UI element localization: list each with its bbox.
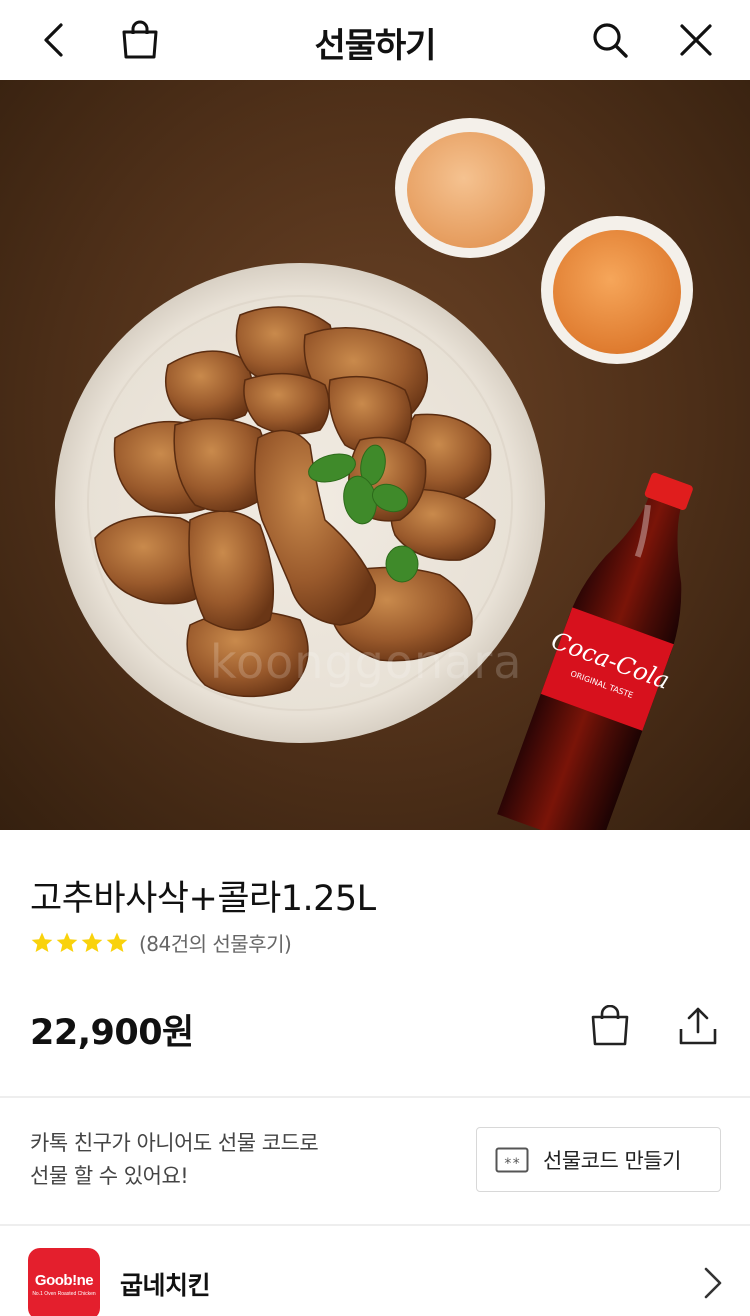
share-icon: [679, 1007, 717, 1045]
star-icon: [31, 932, 53, 952]
product-image[interactable]: Coca-Cola ORIGINAL TASTE koonggonara: [0, 80, 750, 830]
brand-logo: Goob!ne No.1 Oven Roasted Chicken: [28, 1248, 100, 1316]
section-divider: [0, 1096, 750, 1098]
chicken-cola-photo: Coca-Cola ORIGINAL TASTE: [55, 118, 693, 830]
star-rating: [30, 931, 129, 955]
gift-code-icon: **: [495, 1147, 529, 1172]
star-icon: [106, 932, 128, 952]
add-to-wishbox-button[interactable]: [584, 1000, 636, 1052]
brand-link[interactable]: Goob!ne No.1 Oven Roasted Chicken 굽네치킨: [0, 1226, 750, 1316]
promo-line-2: 선물 할 수 있어요!: [30, 1164, 189, 1188]
search-button[interactable]: [584, 14, 636, 66]
create-gift-code-button[interactable]: ** 선물코드 만들기: [476, 1127, 721, 1192]
review-count[interactable]: (84건의 선물후기): [139, 928, 292, 957]
gift-code-promo: 카톡 친구가 아니어도 선물 코드로 선물 할 수 있어요!: [30, 1127, 390, 1193]
brand-logo-subtext: No.1 Oven Roasted Chicken: [32, 1290, 96, 1297]
create-gift-code-label: 선물코드 만들기: [543, 1148, 681, 1173]
product-name: 고추바사삭+콜라1.25L: [30, 879, 376, 919]
share-button[interactable]: [672, 1000, 724, 1052]
brand-name: 굽네치킨: [120, 1271, 211, 1300]
top-app-bar: 선물하기: [0, 0, 750, 80]
product-price: 22,900원: [30, 1013, 194, 1053]
search-icon: [593, 23, 628, 58]
gift-code-icon-text: **: [504, 1156, 521, 1172]
promo-line-1: 카톡 친구가 아니어도 선물 코드로: [30, 1131, 319, 1155]
close-button[interactable]: [670, 14, 722, 66]
close-icon: [680, 24, 712, 56]
page-title: 선물하기: [314, 26, 436, 66]
star-icon: [81, 932, 103, 952]
rating[interactable]: (84건의 선물후기): [30, 928, 292, 957]
star-icon: [56, 932, 78, 952]
watermark-text: koonggonara: [210, 635, 523, 689]
shopping-bag-icon: [591, 1005, 629, 1046]
brand-logo-text: Goob!ne: [34, 1271, 94, 1289]
chevron-right-icon: [704, 1267, 722, 1299]
